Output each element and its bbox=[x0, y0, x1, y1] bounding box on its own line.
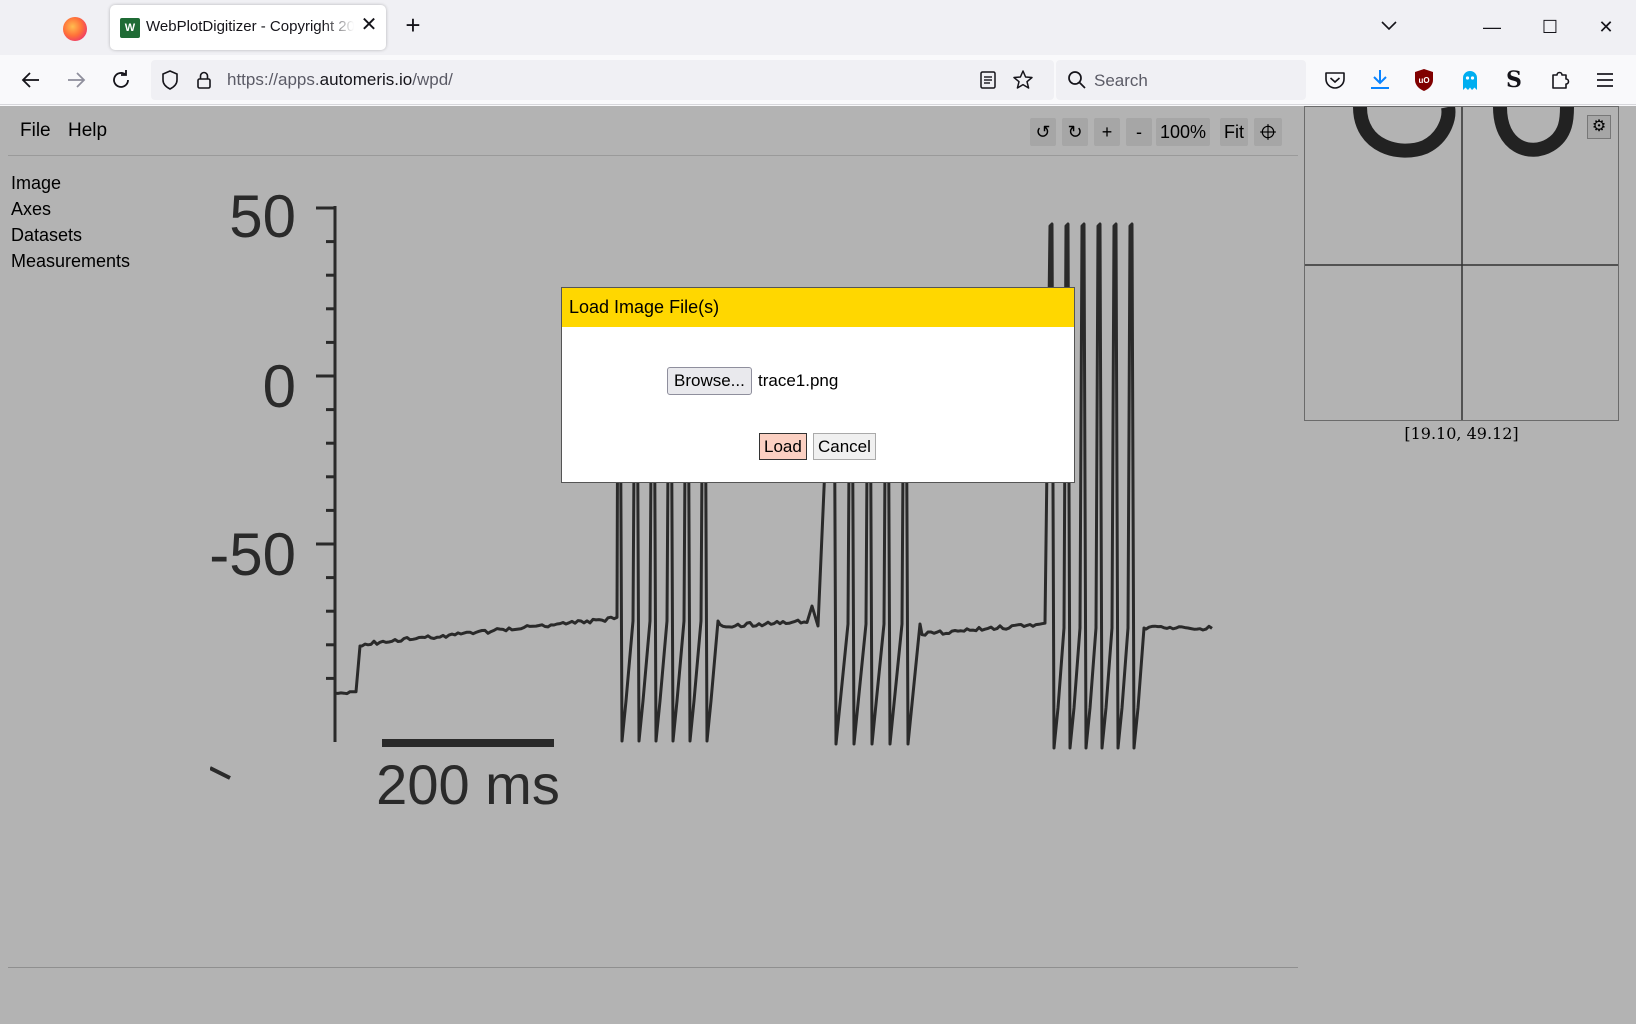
magnifier-view bbox=[1305, 107, 1619, 421]
image-y-label-0: 0 bbox=[263, 353, 296, 420]
dialog-title: Load Image File(s) bbox=[569, 297, 719, 318]
forward-arrow-icon[interactable] bbox=[61, 65, 91, 95]
reader-view-icon[interactable] bbox=[977, 69, 999, 91]
browser-window: W WebPlotDigitizer - Copyright 2022 Anki… bbox=[0, 0, 1636, 1024]
window-close-button[interactable]: ✕ bbox=[1586, 10, 1626, 44]
reload-icon[interactable] bbox=[106, 65, 136, 95]
sidebar: Image Axes Datasets Measurements bbox=[11, 170, 130, 274]
browse-button[interactable]: Browse... bbox=[667, 367, 752, 395]
zoom-in-button[interactable]: + bbox=[1094, 118, 1120, 146]
navigation-toolbar: https://apps.automeris.io/wpd/ Search uO… bbox=[0, 55, 1636, 105]
tab-webplotdigitizer[interactable]: W WebPlotDigitizer - Copyright 2022 Anki… bbox=[110, 5, 386, 50]
extensions-puzzle-icon[interactable] bbox=[1546, 66, 1574, 94]
load-image-dialog: Load Image File(s) Browse... trace1.png … bbox=[561, 287, 1075, 483]
image-y-label-50: 50 bbox=[229, 183, 296, 250]
zoom-fit-button[interactable]: Fit bbox=[1220, 118, 1248, 146]
status-divider bbox=[8, 967, 1298, 968]
cancel-button[interactable]: Cancel bbox=[813, 433, 876, 460]
sidebar-item-image[interactable]: Image bbox=[11, 170, 130, 196]
url-text[interactable]: https://apps.automeris.io/wpd/ bbox=[227, 70, 453, 90]
selected-file-name: trace1.png bbox=[758, 371, 838, 391]
lock-icon[interactable] bbox=[193, 69, 215, 91]
pocket-icon[interactable] bbox=[1321, 66, 1349, 94]
plot-image-canvas[interactable]: 50 0 -50 200 ms bbox=[210, 156, 1300, 936]
menu-help[interactable]: Help bbox=[68, 120, 107, 142]
magnifier-panel: ⚙ bbox=[1304, 106, 1619, 421]
search-bar[interactable]: Search bbox=[1056, 60, 1306, 100]
crosshair-icon[interactable] bbox=[1254, 118, 1282, 146]
sidebar-item-datasets[interactable]: Datasets bbox=[11, 222, 130, 248]
new-tab-button[interactable]: + bbox=[400, 13, 426, 39]
svg-text:uO: uO bbox=[1418, 76, 1429, 85]
wpd-favicon-icon: W bbox=[120, 18, 140, 38]
ghostery-icon[interactable] bbox=[1456, 66, 1484, 94]
menu-file[interactable]: File bbox=[20, 120, 51, 142]
url-bar[interactable]: https://apps.automeris.io/wpd/ bbox=[151, 60, 1054, 100]
url-prefix: https://apps. bbox=[227, 70, 320, 89]
minimize-button[interactable]: — bbox=[1472, 10, 1512, 44]
bookmark-star-icon[interactable] bbox=[1011, 68, 1035, 92]
magnified-digit bbox=[1500, 107, 1567, 150]
app-menubar: File Help ↺ ↻ + - 100% Fit bbox=[8, 106, 1298, 156]
image-stray-mark bbox=[210, 768, 230, 778]
s-extension-icon[interactable]: S bbox=[1500, 66, 1528, 94]
search-icon bbox=[1066, 69, 1088, 91]
download-icon[interactable] bbox=[1366, 66, 1394, 94]
zoom-level: 100% bbox=[1156, 118, 1210, 146]
search-placeholder: Search bbox=[1094, 71, 1148, 91]
cursor-coordinates: [19.10, 49.12] bbox=[1304, 424, 1619, 443]
tab-close-icon[interactable]: ✕ bbox=[357, 13, 381, 37]
rotate-ccw-button[interactable]: ↺ bbox=[1030, 118, 1056, 146]
tracking-shield-icon[interactable] bbox=[159, 69, 181, 91]
load-button[interactable]: Load bbox=[759, 433, 807, 460]
hamburger-menu-icon[interactable] bbox=[1591, 66, 1619, 94]
sidebar-item-measurements[interactable]: Measurements bbox=[11, 248, 130, 274]
ublock-origin-icon[interactable]: uO bbox=[1410, 66, 1438, 94]
url-domain: automeris.io bbox=[320, 70, 413, 89]
back-arrow-icon[interactable] bbox=[16, 65, 46, 95]
magnifier-settings-icon[interactable]: ⚙ bbox=[1587, 115, 1611, 139]
dialog-header: Load Image File(s) bbox=[562, 288, 1074, 327]
magnified-digit bbox=[1360, 107, 1448, 151]
tab-title: WebPlotDigitizer - Copyright 2022 Ankit … bbox=[146, 18, 354, 35]
firefox-icon[interactable] bbox=[63, 17, 87, 41]
wpd-app: File Help ↺ ↻ + - 100% Fit Image Axes Da… bbox=[0, 106, 1636, 1024]
tab-strip: W WebPlotDigitizer - Copyright 2022 Anki… bbox=[0, 0, 1636, 55]
image-scale-label: 200 ms bbox=[376, 753, 560, 816]
url-path: /wpd/ bbox=[412, 70, 453, 89]
image-y-ticks bbox=[316, 208, 335, 678]
image-y-label-minus50: -50 bbox=[210, 521, 296, 588]
sidebar-item-axes[interactable]: Axes bbox=[11, 196, 130, 222]
list-all-tabs-icon[interactable] bbox=[1378, 14, 1400, 36]
rotate-cw-button[interactable]: ↻ bbox=[1062, 118, 1088, 146]
maximize-button[interactable]: ☐ bbox=[1530, 10, 1570, 44]
zoom-out-button[interactable]: - bbox=[1126, 118, 1152, 146]
